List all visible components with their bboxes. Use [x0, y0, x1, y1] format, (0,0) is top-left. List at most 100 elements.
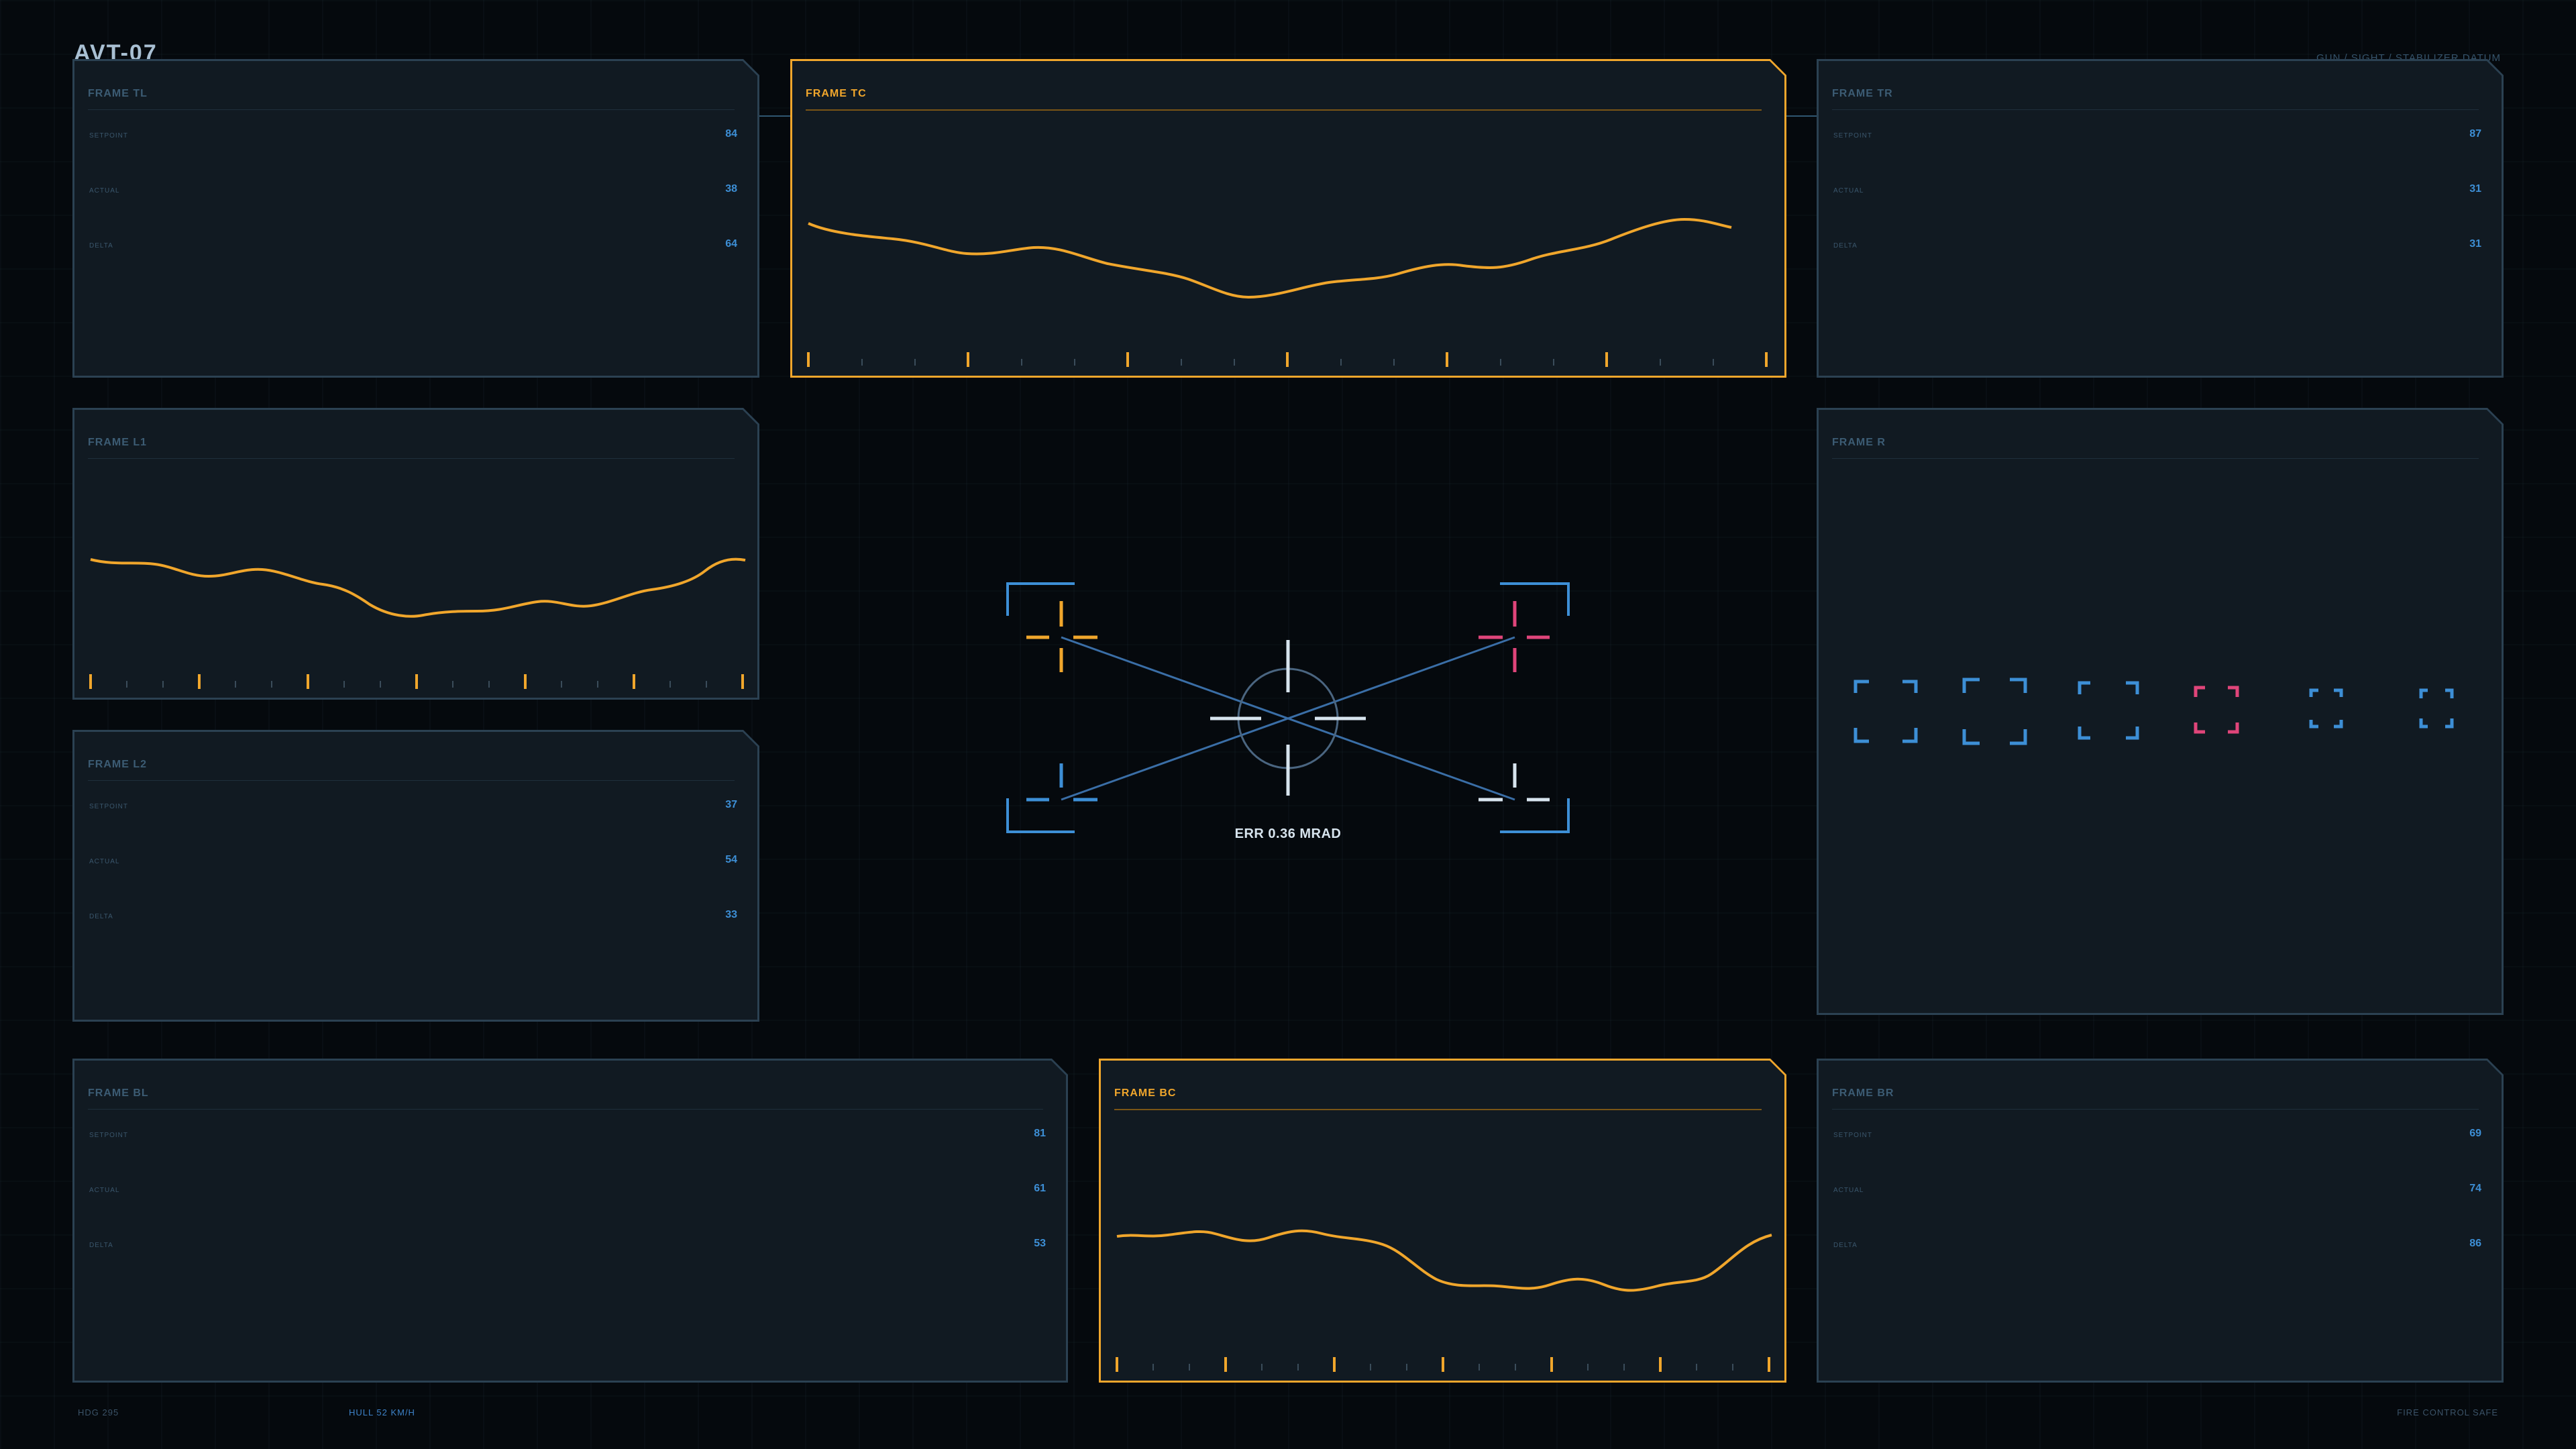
- footer-hull-speed: HULL 52 KM/H: [349, 1407, 415, 1417]
- stat-label: SETPOINT: [89, 132, 129, 140]
- stat-row-delta: DELTA 86: [1832, 1238, 2481, 1254]
- frame-tc[interactable]: FRAME TC: [790, 59, 1786, 378]
- stat-row-actual: ACTUAL 31: [1832, 183, 2481, 199]
- frame-tr-rule: [1832, 109, 2479, 110]
- stat-value: 86: [2469, 1238, 2481, 1249]
- stat-value: 74: [2469, 1183, 2481, 1194]
- frame-bc[interactable]: FRAME BC: [1099, 1059, 1786, 1383]
- frame-br-body: FRAME BR SETPOINT 69 ACTUAL 74 DELTA 86: [1819, 1061, 2502, 1381]
- stat-value: 69: [2469, 1128, 2481, 1139]
- stat-row-setpoint: SETPOINT 87: [1832, 128, 2481, 144]
- frame-bl-body: FRAME BL SETPOINT 81 ACTUAL 61 DELTA 53: [74, 1061, 1066, 1381]
- stat-row-delta: DELTA 53: [88, 1238, 1046, 1254]
- tick-marks: [808, 352, 1766, 367]
- stat-label: DELTA: [89, 1242, 113, 1249]
- stat-value: 64: [725, 238, 737, 250]
- stat-row-actual: ACTUAL 38: [88, 183, 737, 199]
- footer-fire-control-status: FIRE CONTROL SAFE: [2397, 1407, 2498, 1417]
- error-readout: ERR 0.36 MRAD: [1234, 826, 1342, 841]
- frame-l1-body: FRAME L1: [74, 410, 757, 698]
- frame-l2[interactable]: FRAME L2 SETPOINT 37 ACTUAL 54 DELTA 33: [72, 730, 759, 1022]
- stat-label: SETPOINT: [89, 803, 129, 810]
- frame-tl-title: FRAME TL: [88, 88, 148, 99]
- sparkline-tc: [792, 61, 1784, 376]
- frame-tl[interactable]: FRAME TL SETPOINT 84 ACTUAL 38 DELTA 64: [72, 59, 759, 378]
- sparkline-l1: [74, 410, 757, 698]
- tick-marks: [91, 674, 743, 689]
- stat-label: ACTUAL: [1833, 187, 1864, 195]
- stat-row-setpoint: SETPOINT 84: [88, 128, 737, 144]
- frame-bc-body: FRAME BC: [1101, 1061, 1784, 1381]
- trend-line: [91, 559, 745, 616]
- stat-row-actual: ACTUAL 61: [88, 1183, 1046, 1199]
- sparkline-bc: [1101, 1061, 1784, 1381]
- stat-value: 54: [725, 854, 737, 865]
- frame-bl-rule: [88, 1109, 1043, 1110]
- stat-label: DELTA: [89, 913, 113, 920]
- frame-r-body: FRAME R: [1819, 410, 2502, 1013]
- frame-br-title: FRAME BR: [1832, 1087, 1894, 1099]
- target-bracket-t5[interactable]: [2311, 690, 2341, 727]
- stat-row-setpoint: SETPOINT 81: [88, 1128, 1046, 1144]
- stat-value: 84: [725, 128, 737, 140]
- target-bracket-t2[interactable]: [1964, 680, 2025, 743]
- target-bracket-t1[interactable]: [1856, 682, 1916, 741]
- frame-l2-title: FRAME L2: [88, 759, 147, 770]
- stat-row-setpoint: SETPOINT 69: [1832, 1128, 2481, 1144]
- stat-label: ACTUAL: [89, 187, 120, 195]
- stat-row-actual: ACTUAL 54: [88, 854, 737, 870]
- stat-value: 38: [725, 183, 737, 195]
- connector-right: [1784, 115, 1818, 117]
- connector-left: [758, 115, 792, 117]
- frame-corner-brackets-right: [1500, 582, 1570, 833]
- stat-label: DELTA: [89, 242, 113, 250]
- stat-value: 31: [2469, 183, 2481, 195]
- stat-row-delta: DELTA 64: [88, 238, 737, 254]
- frame-br-rule: [1832, 1109, 2479, 1110]
- frame-corner-brackets: [1006, 582, 1075, 833]
- trend-line: [1117, 1231, 1772, 1291]
- stat-value: 87: [2469, 128, 2481, 140]
- frame-l2-body: FRAME L2 SETPOINT 37 ACTUAL 54 DELTA 33: [74, 732, 757, 1020]
- stat-value: 33: [725, 909, 737, 920]
- target-bracket-row: [1819, 410, 2502, 1013]
- stat-value: 37: [725, 799, 737, 810]
- frame-tl-body: FRAME TL SETPOINT 84 ACTUAL 38 DELTA 64: [74, 61, 757, 376]
- stat-value: 31: [2469, 238, 2481, 250]
- stat-value: 53: [1034, 1238, 1046, 1249]
- frame-r[interactable]: FRAME R: [1817, 408, 2504, 1015]
- target-bracket-t3[interactable]: [2080, 683, 2137, 738]
- frame-br[interactable]: FRAME BR SETPOINT 69 ACTUAL 74 DELTA 86: [1817, 1059, 2504, 1383]
- target-bracket-t6[interactable]: [2421, 690, 2452, 727]
- stat-row-delta: DELTA 33: [88, 909, 737, 925]
- stat-label: ACTUAL: [89, 858, 120, 865]
- stat-label: SETPOINT: [1833, 1132, 1873, 1139]
- stat-label: ACTUAL: [89, 1187, 120, 1194]
- frame-bl-title: FRAME BL: [88, 1087, 149, 1099]
- footer-heading: HDG 295: [78, 1407, 119, 1417]
- target-cross-white-icon: [1479, 763, 1550, 802]
- frame-tl-rule: [88, 109, 735, 110]
- gun-sight-reticle: [1006, 582, 1570, 833]
- stat-value: 61: [1034, 1183, 1046, 1194]
- tick-marks: [1117, 1357, 1769, 1372]
- frame-bl[interactable]: FRAME BL SETPOINT 81 ACTUAL 61 DELTA 53: [72, 1059, 1068, 1383]
- stat-label: SETPOINT: [89, 1132, 129, 1139]
- frame-tr-body: FRAME TR SETPOINT 87 ACTUAL 31 DELTA 31: [1819, 61, 2502, 376]
- target-bracket-t4[interactable]: [2196, 688, 2237, 732]
- stat-label: DELTA: [1833, 1242, 1858, 1249]
- stat-label: SETPOINT: [1833, 132, 1873, 140]
- stat-value: 81: [1034, 1128, 1046, 1139]
- frame-l2-rule: [88, 780, 735, 781]
- target-cross-blue-icon: [1026, 763, 1097, 802]
- frame-l1[interactable]: FRAME L1: [72, 408, 759, 700]
- frame-tc-body: FRAME TC: [792, 61, 1784, 376]
- stat-row-actual: ACTUAL 74: [1832, 1183, 2481, 1199]
- trend-line: [808, 219, 1731, 297]
- stat-row-setpoint: SETPOINT 37: [88, 799, 737, 815]
- frame-tr[interactable]: FRAME TR SETPOINT 87 ACTUAL 31 DELTA 31: [1817, 59, 2504, 378]
- frame-tr-title: FRAME TR: [1832, 88, 1893, 99]
- stat-label: ACTUAL: [1833, 1187, 1864, 1194]
- stat-row-delta: DELTA 31: [1832, 238, 2481, 254]
- stat-label: DELTA: [1833, 242, 1858, 250]
